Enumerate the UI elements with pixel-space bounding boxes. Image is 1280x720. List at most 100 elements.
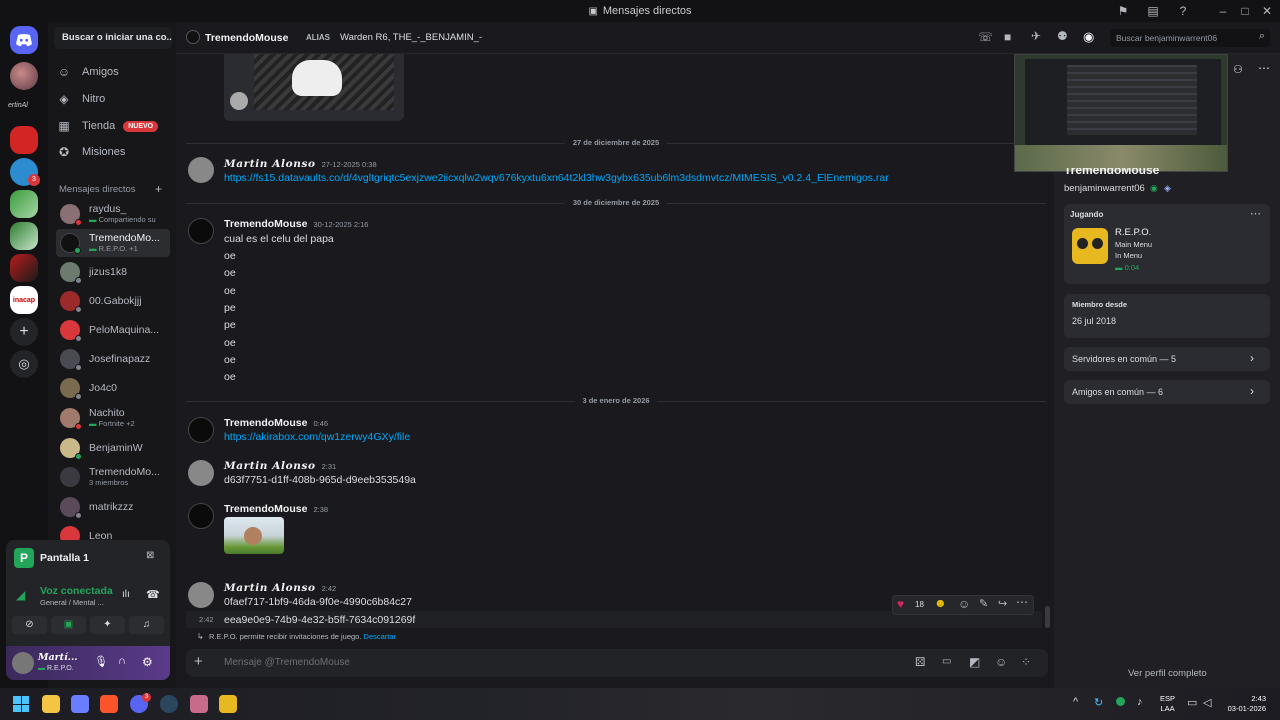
dm-item[interactable]: matrikzzz xyxy=(56,493,170,521)
message-link[interactable]: https://akirabox.com/qw1zerwy4GXy/file xyxy=(224,431,410,443)
maximize-icon[interactable]: □ xyxy=(1237,3,1253,19)
voice-status[interactable]: Voz conectada xyxy=(40,585,113,597)
emoji-icon[interactable]: ☺ xyxy=(995,655,1007,669)
photo-attachment[interactable] xyxy=(224,517,284,554)
add-reaction-icon[interactable]: ☺ xyxy=(958,597,970,611)
popout-icon[interactable]: ⊠ xyxy=(146,550,154,561)
apps-icon[interactable]: ⁘ xyxy=(1021,655,1031,669)
composer-input[interactable]: Mensaje @TremendoMouse xyxy=(224,657,350,668)
server-icon-4[interactable] xyxy=(10,190,38,218)
dm-item[interactable]: Nachito ▬ Fortnite +2 xyxy=(56,404,170,432)
message-avatar[interactable] xyxy=(188,460,214,486)
message-author[interactable]: Martin Alonso 2:42 xyxy=(224,582,336,594)
tray-status-icon[interactable] xyxy=(1116,697,1125,706)
steam-icon[interactable] xyxy=(160,695,178,713)
message-avatar[interactable] xyxy=(188,157,214,183)
dm-item-active[interactable]: TremendoMo... ▬ R.E.P.O. +1 xyxy=(56,229,170,257)
stream-preview[interactable] xyxy=(1014,54,1228,172)
chat-scrollbar[interactable] xyxy=(1045,606,1050,628)
camera-off-button[interactable]: ⊘ xyxy=(12,616,47,634)
tray-chevron-icon[interactable]: ^ xyxy=(1073,696,1078,708)
header-name[interactable]: TremendoMouse xyxy=(205,32,288,44)
start-button[interactable] xyxy=(13,696,29,712)
activities-button[interactable]: ✦ xyxy=(90,616,125,634)
header-search[interactable]: Buscar benjaminwarrent06 ⌕ xyxy=(1110,29,1270,47)
message-author[interactable]: Martin Alonso 2:31 xyxy=(224,460,336,472)
add-server-button[interactable]: + xyxy=(10,318,38,346)
tray-volume-icon[interactable]: ◁ xyxy=(1203,696,1211,709)
message-author[interactable]: Martin Alonso 27-12-2025 0:38 xyxy=(224,158,377,170)
disconnect-icon[interactable]: ☎ xyxy=(146,588,160,601)
nav-quests[interactable]: ✪ Misiones xyxy=(56,140,125,164)
app-icon-2[interactable] xyxy=(190,695,208,713)
sticker-icon[interactable]: ◩ xyxy=(969,655,980,669)
server-icon-6[interactable] xyxy=(10,254,38,282)
message-avatar[interactable] xyxy=(188,582,214,608)
nav-shop[interactable]: ▦ Tienda NUEVO xyxy=(56,114,159,138)
create-dm-icon[interactable]: + xyxy=(155,182,162,196)
profile-more-icon[interactable]: ⋯ xyxy=(1258,61,1270,75)
tray-network-icon[interactable]: ▭ xyxy=(1187,696,1197,709)
home-button[interactable] xyxy=(10,26,38,54)
dm-item[interactable]: Jo4c0 xyxy=(56,374,170,402)
tray-clock[interactable]: 2:43 03-01-2026 xyxy=(1220,694,1266,714)
dm-item[interactable]: Leon xyxy=(56,522,170,540)
gift-icon[interactable]: ⚄ xyxy=(915,655,925,669)
mutual-servers-row[interactable]: Servidores en común — 5 › xyxy=(1064,347,1270,371)
video-call-icon[interactable]: ■ xyxy=(1004,30,1011,44)
dm-item[interactable]: jizus1k8 xyxy=(56,258,170,286)
dm-item[interactable]: TremendoMo... 3 miembros xyxy=(56,463,170,491)
message-author[interactable]: TremendoMouse 2:38 xyxy=(224,503,328,515)
app-icon[interactable] xyxy=(71,695,89,713)
tray-language[interactable]: ESP LAA xyxy=(1160,694,1175,714)
discover-button[interactable]: ◎ xyxy=(10,350,38,378)
nav-nitro[interactable]: ◈ Nitro xyxy=(56,87,105,111)
dm-item[interactable]: raydus_ ▬ Compartiendo su xyxy=(56,200,170,228)
mic-icon[interactable]: 🎙︎ xyxy=(94,655,108,668)
server-icon-1[interactable] xyxy=(10,62,38,90)
server-icon-5[interactable] xyxy=(10,222,38,250)
add-friends-icon[interactable]: ⚉ xyxy=(1057,29,1068,43)
emoji-reaction-icon[interactable]: ☻ xyxy=(934,596,947,610)
forward-icon[interactable]: ↪ xyxy=(998,597,1007,610)
server-icon-2[interactable] xyxy=(10,126,38,154)
headset-icon[interactable]: ∩ xyxy=(118,655,126,667)
tray-sync-icon[interactable]: ↻ xyxy=(1094,696,1103,709)
user-profile-icon[interactable]: ◉ xyxy=(1083,29,1094,45)
server-icon-7[interactable]: inacap xyxy=(10,286,38,314)
soundboard-button[interactable]: ♫ xyxy=(129,616,164,634)
image-attachment[interactable] xyxy=(224,54,404,121)
dismiss-link[interactable]: Descartar xyxy=(364,632,397,641)
user-avatar[interactable] xyxy=(12,652,34,674)
noise-suppression-icon[interactable]: ılı xyxy=(122,589,130,600)
profile-add-friend-icon[interactable]: ⚇ xyxy=(1233,63,1243,76)
message-author[interactable]: TremendoMouse 30-12-2025 2:16 xyxy=(224,218,368,230)
view-full-profile-link[interactable]: Ver perfil completo xyxy=(1128,668,1207,679)
message-author[interactable]: TremendoMouse 0:46 xyxy=(224,417,328,429)
repo-game-icon[interactable] xyxy=(219,695,237,713)
message-composer[interactable]: + Mensaje @TremendoMouse ⚄ ▭ ◩ ☺ ⁘ xyxy=(186,649,1048,677)
screen-icon[interactable]: ▤ xyxy=(1145,3,1161,19)
inbox-flag-icon[interactable]: ⚑ xyxy=(1115,3,1131,19)
settings-gear-icon[interactable]: ⚙ xyxy=(142,655,153,669)
voice-call-icon[interactable]: ☏ xyxy=(978,30,993,44)
edit-icon[interactable]: ✎ xyxy=(979,597,988,610)
pin-icon[interactable]: ✈ xyxy=(1031,29,1041,43)
message-link[interactable]: https://fs15.datavaults.co/d/4vgltgriqtc… xyxy=(224,172,889,184)
dm-item[interactable]: BenjaminW xyxy=(56,434,170,462)
find-conversation-button[interactable]: Buscar o iniciar una co... xyxy=(54,27,172,49)
brave-browser-icon[interactable] xyxy=(100,695,118,713)
gif-icon[interactable]: ▭ xyxy=(942,656,951,667)
tray-mic-icon[interactable]: ♪ xyxy=(1137,696,1143,708)
message-avatar[interactable] xyxy=(188,218,214,244)
message-avatar[interactable] xyxy=(188,417,214,443)
more-options-icon[interactable]: ⋯ xyxy=(1016,595,1028,609)
screen-share-button[interactable]: ▣ xyxy=(51,616,86,634)
attach-plus-icon[interactable]: + xyxy=(194,653,203,670)
voice-channel[interactable]: General / Mental ... xyxy=(40,598,104,607)
nav-friends[interactable]: ☺ Amigos xyxy=(56,60,119,84)
activity-more-icon[interactable]: ⋯ xyxy=(1250,207,1261,220)
help-icon[interactable]: ? xyxy=(1175,3,1191,19)
heart-reaction-icon[interactable]: ♥ xyxy=(897,597,904,611)
mutual-friends-row[interactable]: Amigos en común — 6 › xyxy=(1064,380,1270,404)
